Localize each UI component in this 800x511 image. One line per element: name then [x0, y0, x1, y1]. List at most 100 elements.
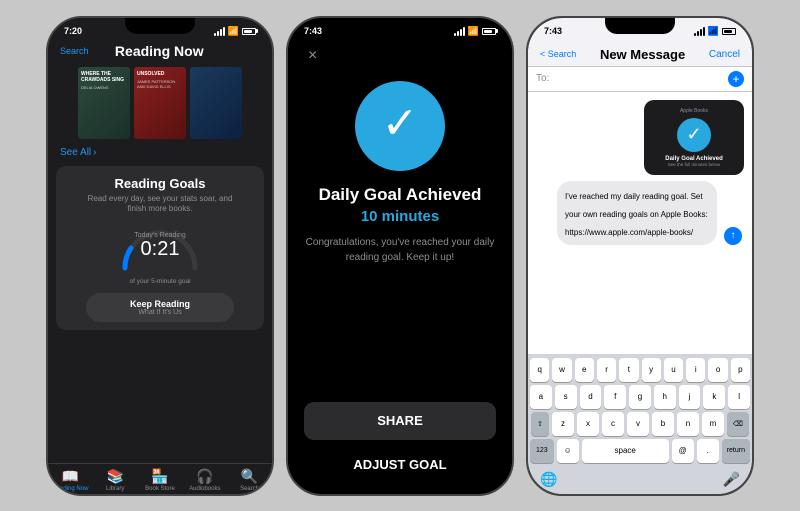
status-icons-1: 📶	[214, 26, 256, 37]
tab-search[interactable]: 🔍 Search	[227, 468, 272, 492]
phone3-content: < Search New Message Cancel To: + Apple …	[528, 39, 752, 494]
checkmark-icon: ✓	[382, 102, 419, 146]
key-n[interactable]: n	[677, 412, 699, 436]
book-2-author: JAMES PATTERSON AND DAVID ELLIS	[134, 79, 186, 89]
time-2: 7:43	[304, 26, 322, 36]
globe-icon[interactable]: 🌐	[540, 471, 557, 488]
reading-goals-title: Reading Goals	[68, 176, 252, 191]
key-o[interactable]: o	[708, 358, 727, 382]
reading-goals-subtitle: Read every day, see your stats soar, and…	[68, 194, 252, 215]
time-1: 7:20	[64, 26, 82, 36]
send-button[interactable]: ↑	[724, 227, 742, 245]
key-shift[interactable]: ⇧	[531, 412, 549, 436]
search-btn-1[interactable]: Search	[60, 46, 89, 56]
key-period[interactable]: .	[697, 439, 719, 463]
c1	[694, 33, 696, 36]
book-2[interactable]: UNSOLVED JAMES PATTERSON AND DAVID ELLIS	[134, 67, 186, 139]
message-card-row: Apple Books ✓ Daily Goal Achieved See th…	[536, 100, 744, 175]
c3	[700, 29, 702, 36]
bar1	[214, 33, 216, 36]
keyboard-row-2: a s d f g h j k l	[530, 385, 750, 409]
check-circle: ✓	[355, 81, 445, 171]
key-q[interactable]: q	[530, 358, 549, 382]
key-l[interactable]: l	[728, 385, 750, 409]
key-e[interactable]: e	[575, 358, 594, 382]
key-space[interactable]: space	[582, 439, 669, 463]
key-delete[interactable]: ⌫	[727, 412, 749, 436]
key-u[interactable]: u	[664, 358, 683, 382]
key-f[interactable]: f	[604, 385, 626, 409]
key-r[interactable]: r	[597, 358, 616, 382]
key-b[interactable]: b	[652, 412, 674, 436]
wifi-icon-3: 📶	[708, 26, 719, 37]
wifi-icon-2: 📶	[468, 26, 479, 37]
gauge-container: Today's Reading 0:21	[115, 222, 205, 274]
key-m[interactable]: m	[702, 412, 724, 436]
signal-1	[214, 27, 225, 36]
key-g[interactable]: g	[629, 385, 651, 409]
key-x[interactable]: x	[577, 412, 599, 436]
keep-reading-btn[interactable]: Keep Reading What If It's Us	[86, 293, 233, 322]
notch-1	[125, 18, 195, 34]
phone-1-inner: 7:20 📶 Search Reading Now	[48, 18, 272, 494]
b1	[454, 33, 456, 36]
key-p[interactable]: p	[731, 358, 750, 382]
phone2-content: × ✓ Daily Goal Achieved 10 minutes Congr…	[288, 39, 512, 494]
to-field[interactable]: To: +	[528, 67, 752, 92]
close-btn-row: ×	[304, 39, 496, 65]
daily-goal-desc: Congratulations, you've reached your dai…	[306, 235, 495, 265]
key-z[interactable]: z	[552, 412, 574, 436]
key-h[interactable]: h	[654, 385, 676, 409]
book-store-tab-icon: 🏪	[151, 468, 168, 485]
key-j[interactable]: j	[679, 385, 701, 409]
c4	[703, 27, 705, 36]
phone-2: 7:43 📶 × ✓	[286, 16, 514, 496]
tab-book-store[interactable]: 🏪 Book Store	[138, 468, 183, 492]
book-1-author: DELIA OWENS	[78, 85, 130, 90]
status-icons-3: 📶	[694, 26, 736, 37]
tab-reading-now[interactable]: 📖 Reading Now	[48, 468, 93, 492]
card-checkmark-icon: ✓	[686, 124, 701, 145]
key-at[interactable]: @	[672, 439, 694, 463]
book-store-tab-label: Book Store	[145, 486, 175, 492]
share-button[interactable]: SHARE	[304, 402, 496, 440]
shared-card: Apple Books ✓ Daily Goal Achieved See th…	[644, 100, 744, 175]
mic-icon[interactable]: 🎤	[723, 471, 740, 488]
adjust-goal-button[interactable]: ADJUST GOAL	[304, 448, 496, 482]
key-i[interactable]: i	[686, 358, 705, 382]
library-tab-icon: 📚	[106, 468, 123, 485]
key-return[interactable]: return	[722, 439, 750, 463]
send-icon: ↑	[731, 231, 736, 241]
tab-library[interactable]: 📚 Library	[93, 468, 138, 492]
phone-3: 7:43 📶 < Search New Message Canc	[526, 16, 754, 496]
back-button[interactable]: < Search	[540, 49, 576, 59]
book-3[interactable]	[190, 67, 242, 139]
add-recipient-button[interactable]: +	[728, 71, 744, 87]
reading-now-tab-icon: 📖	[62, 468, 79, 485]
book-covers: WHERE THE CRAWDADS SING DELIA OWENS UNSO…	[48, 63, 272, 143]
card-header: Apple Books	[652, 108, 736, 114]
key-num[interactable]: 123	[530, 439, 554, 463]
phone-2-inner: 7:43 📶 × ✓	[288, 18, 512, 494]
message-text-row: I've reached my daily reading goal. Set …	[536, 181, 744, 245]
book-1[interactable]: WHERE THE CRAWDADS SING DELIA OWENS	[78, 67, 130, 139]
key-d[interactable]: d	[580, 385, 602, 409]
key-y[interactable]: y	[642, 358, 661, 382]
key-emoji[interactable]: ☺	[557, 439, 579, 463]
see-all-link[interactable]: See All	[60, 147, 91, 158]
bar4	[223, 27, 225, 36]
key-s[interactable]: s	[555, 385, 577, 409]
key-c[interactable]: c	[602, 412, 624, 436]
key-a[interactable]: a	[530, 385, 552, 409]
keyboard[interactable]: q w e r t y u i o p a s d	[528, 354, 752, 468]
key-v[interactable]: v	[627, 412, 649, 436]
book-2-title: UNSOLVED	[134, 67, 186, 79]
key-k[interactable]: k	[703, 385, 725, 409]
close-button[interactable]: ×	[308, 47, 317, 65]
key-t[interactable]: t	[619, 358, 638, 382]
to-label: To:	[536, 73, 549, 84]
tab-audiobooks[interactable]: 🎧 Audiobooks	[182, 468, 227, 492]
cancel-button[interactable]: Cancel	[709, 49, 740, 60]
wifi-icon-1: 📶	[228, 26, 239, 37]
key-w[interactable]: w	[552, 358, 571, 382]
